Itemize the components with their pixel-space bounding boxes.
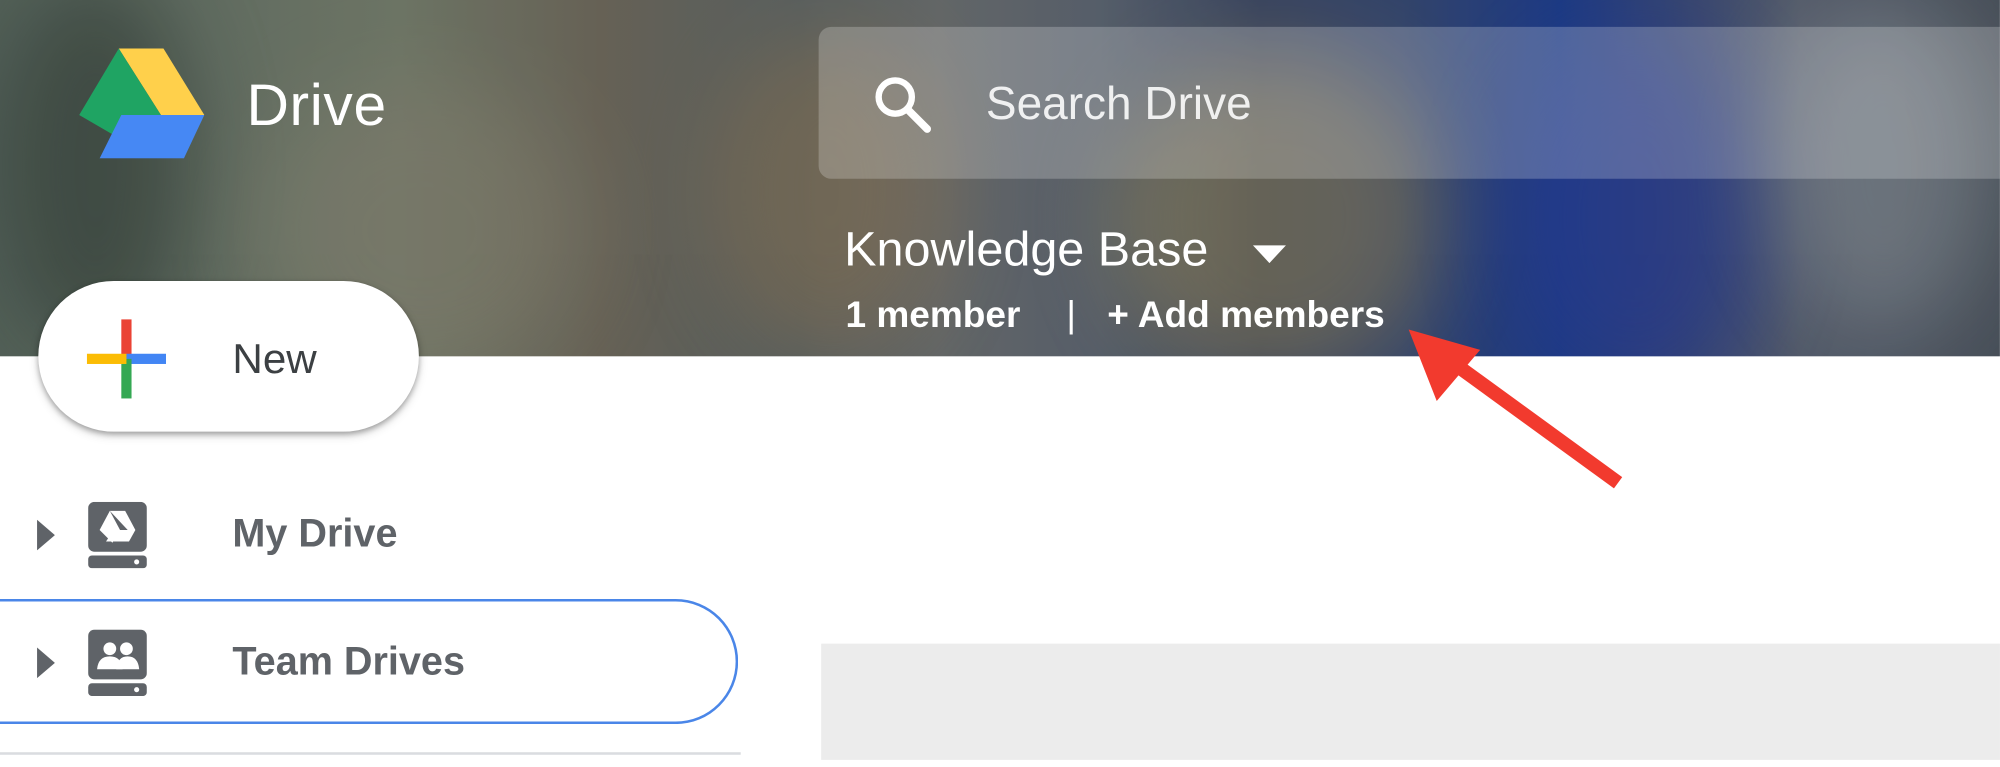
member-separator: | — [1066, 295, 1077, 336]
content-area — [821, 643, 2000, 760]
sidebar-item-label: My Drive — [232, 510, 398, 556]
arrow-right-icon[interactable] — [37, 519, 55, 551]
caret-down-icon[interactable] — [1252, 245, 1287, 264]
team-drive-name[interactable]: Knowledge Base — [844, 220, 1208, 281]
sidebar-item-label: Team Drives — [232, 638, 465, 684]
new-button-label[interactable]: New — [232, 333, 316, 384]
app-title: Drive — [246, 71, 387, 138]
drive-window: Drive Knowledge Base 1 member | + Add me… — [0, 0, 2000, 760]
google-drive-logo-icon — [79, 48, 205, 159]
sidebar-divider — [0, 752, 741, 755]
search-icon[interactable] — [871, 73, 932, 134]
plus-icon[interactable] — [86, 319, 167, 399]
arrow-right-icon[interactable] — [37, 647, 55, 679]
search-input[interactable] — [985, 70, 1957, 137]
my-drive-icon — [88, 501, 147, 569]
add-members-link[interactable]: + Add members — [1107, 291, 1385, 340]
member-count: 1 member — [845, 295, 1021, 336]
red-arrow-icon — [1408, 329, 1623, 489]
team-drives-icon — [88, 629, 147, 697]
